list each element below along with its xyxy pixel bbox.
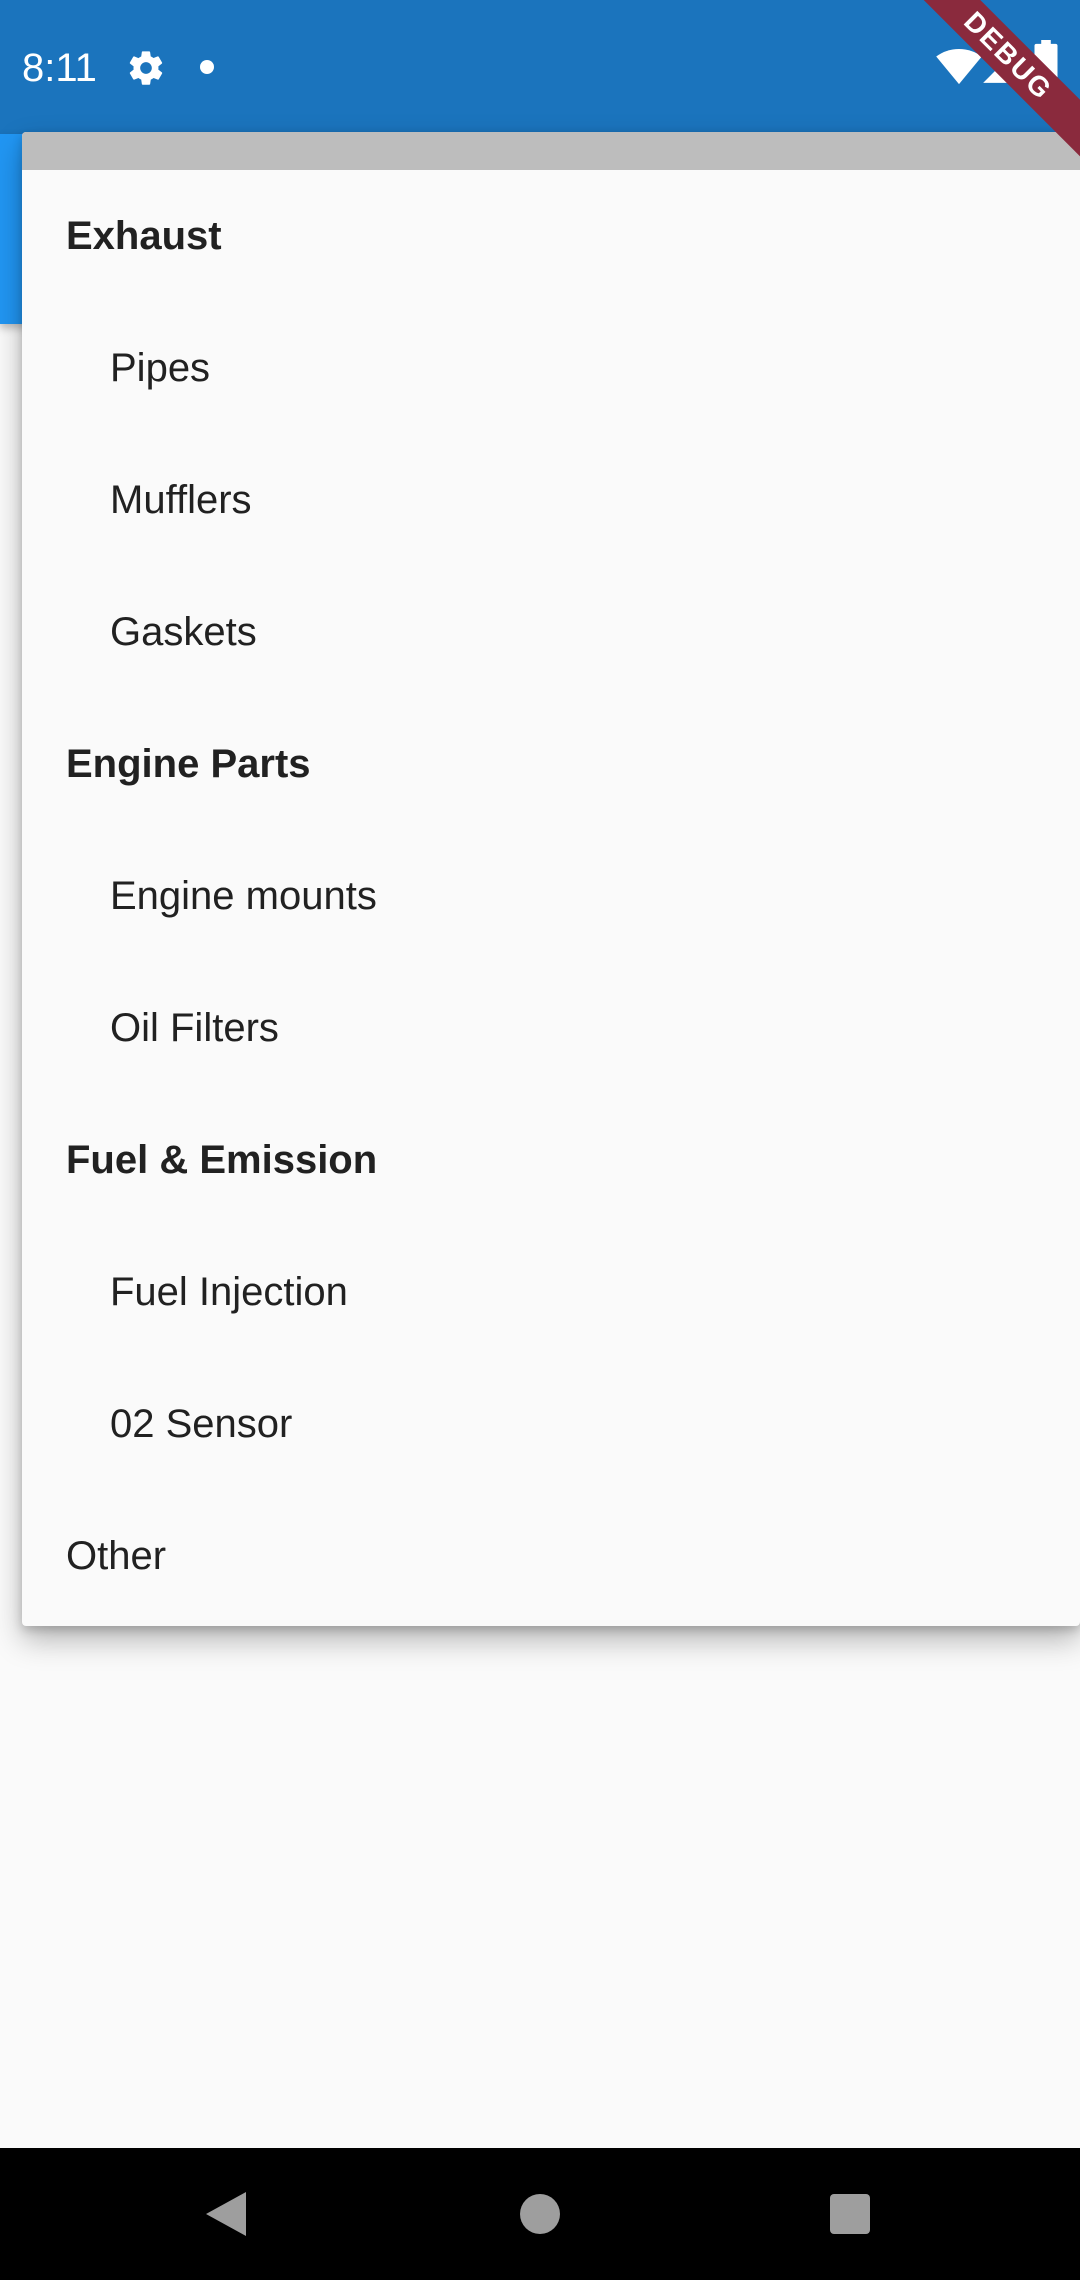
back-icon[interactable] (206, 2192, 246, 2236)
menu-item-gaskets[interactable]: Gaskets (22, 566, 1080, 698)
gear-icon (129, 51, 163, 85)
notification-dot-icon (200, 60, 214, 74)
recents-icon[interactable] (830, 2194, 870, 2234)
popup-menu: Exhaust Pipes Mufflers Gaskets Engine Pa… (22, 132, 1080, 1626)
navigation-bar (0, 2148, 1080, 2280)
menu-item-other[interactable]: Other (22, 1490, 1080, 1622)
menu-item-exhaust[interactable]: Exhaust (22, 170, 1080, 302)
menu-item-oil-filters[interactable]: Oil Filters (22, 962, 1080, 1094)
menu-item-fuel-emission[interactable]: Fuel & Emission (22, 1094, 1080, 1226)
status-time: 8:11 (22, 46, 97, 90)
menu-item-fuel-injection[interactable]: Fuel Injection (22, 1226, 1080, 1358)
status-bar: 8:11 (0, 0, 1080, 134)
popup-scroll-edge (22, 132, 1080, 170)
menu-item-engine-parts[interactable]: Engine Parts (22, 698, 1080, 830)
home-icon[interactable] (520, 2194, 560, 2234)
menu-item-mufflers[interactable]: Mufflers (22, 434, 1080, 566)
wifi-icon (936, 48, 982, 85)
menu-list: Exhaust Pipes Mufflers Gaskets Engine Pa… (22, 170, 1080, 1622)
menu-item-pipes[interactable]: Pipes (22, 302, 1080, 434)
menu-item-o2-sensor[interactable]: 02 Sensor (22, 1358, 1080, 1490)
menu-item-engine-mounts[interactable]: Engine mounts (22, 830, 1080, 962)
